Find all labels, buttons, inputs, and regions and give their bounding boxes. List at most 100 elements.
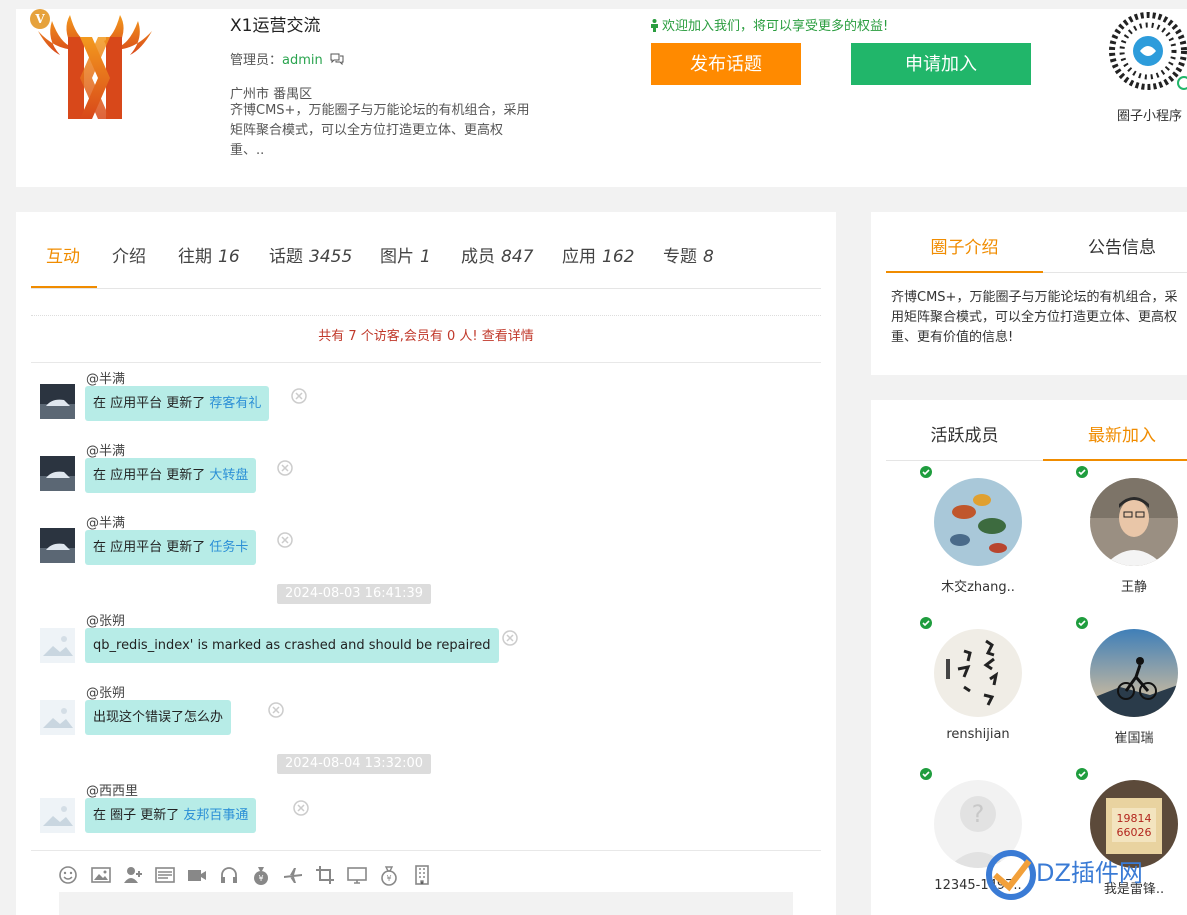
tab-interaction[interactable]: 互动 — [31, 242, 97, 288]
add-user-icon[interactable] — [122, 864, 144, 886]
vip-badge: V — [30, 9, 50, 29]
tab-images[interactable]: 图片 1 — [380, 242, 431, 288]
admin-link[interactable]: admin — [282, 53, 323, 68]
members-tab-bar: 活跃成员 最新加入 — [886, 412, 1187, 461]
feed-bubble: qb_redis_index' is marked as crashed and… — [85, 628, 499, 663]
member-name[interactable]: 崔国瑞 — [1076, 727, 1187, 746]
chat-icon[interactable] — [330, 53, 344, 65]
building-icon[interactable] — [411, 864, 433, 886]
user-avatar[interactable] — [40, 456, 75, 491]
close-icon[interactable] — [268, 702, 284, 718]
svg-text:?: ? — [972, 800, 985, 828]
group-title: X1运营交流 — [230, 16, 321, 36]
member-name[interactable]: 木交zhang.. — [920, 576, 1036, 595]
close-icon[interactable] — [277, 460, 293, 476]
tab-group-intro[interactable]: 圈子介绍 — [886, 224, 1043, 273]
intro-tab-bar: 圈子介绍 公告信息 — [886, 224, 1187, 273]
join-button[interactable]: 申请加入 — [851, 43, 1031, 85]
coin-bag-icon[interactable]: ¥ — [378, 864, 400, 886]
tab-past[interactable]: 往期 16 — [178, 242, 240, 288]
timestamp-divider: 2024-08-03 16:41:39 — [277, 584, 432, 604]
mini-program-qr-icon[interactable] — [1108, 9, 1187, 103]
group-intro-panel: 圈子介绍 公告信息 齐博CMS+，万能圈子与万能论坛的有机组合，采用矩阵聚合模式… — [871, 212, 1187, 375]
watermark-text: DZ插件网 — [1036, 859, 1143, 887]
tab-specials[interactable]: 专题 8 — [663, 242, 714, 288]
visitor-summary: 共有 7 个访客,会员有 0 人! 查看详情 — [31, 315, 821, 363]
group-logo — [38, 15, 152, 119]
member-avatar[interactable] — [1090, 629, 1178, 717]
money-bag-icon[interactable]: ¥ — [250, 864, 272, 886]
svg-text:19814: 19814 — [1117, 812, 1152, 825]
member-card[interactable]: 王静 — [1076, 466, 1187, 606]
check-icon — [920, 768, 932, 780]
main-panel: 互动 介绍 往期 16 话题 3455 图片 1 成员 847 应用 162 专题 8 共有… — [16, 212, 836, 915]
member-name[interactable]: 王静 — [1076, 576, 1187, 595]
default-avatar-icon[interactable] — [40, 700, 75, 735]
feed-link[interactable]: 任务卡 — [209, 540, 248, 555]
image-icon[interactable] — [90, 864, 112, 886]
feed-bubble: 在 应用平台 更新了 大转盘 — [85, 458, 257, 493]
member-avatar[interactable] — [934, 629, 1022, 717]
member-card[interactable]: renshijian — [920, 617, 1040, 757]
admin-label: 管理员： — [230, 53, 283, 68]
member-card[interactable]: 木交zhang.. — [920, 466, 1040, 606]
feed-username[interactable]: @西西里 — [86, 780, 138, 799]
member-name[interactable]: renshijian — [920, 727, 1036, 742]
feed-link[interactable]: 大转盘 — [209, 468, 248, 483]
tab-active-members[interactable]: 活跃成员 — [886, 412, 1043, 461]
member-card[interactable]: 崔国瑞 — [1076, 617, 1187, 757]
user-avatar[interactable] — [40, 528, 75, 563]
video-icon[interactable] — [186, 864, 208, 886]
welcome-text: 欢迎加入我们，将可以享受更多的权益! — [650, 15, 888, 34]
tab-bar: 互动 介绍 往期 16 话题 3455 图片 1 成员 847 应用 162 专题 8 — [31, 242, 821, 289]
monitor-icon[interactable] — [346, 864, 368, 886]
group-description: 齐博CMS+，万能圈子与万能论坛的有机组合，采用矩阵聚合模式，可以全方位打造更立… — [230, 103, 530, 158]
tab-intro[interactable]: 介绍 — [112, 242, 146, 288]
close-icon[interactable] — [291, 388, 307, 404]
feed-link[interactable]: 友邦百事通 — [183, 808, 248, 823]
tab-members[interactable]: 成员 847 — [461, 242, 533, 288]
composer-toolbar: ¥ ¥ — [31, 850, 821, 890]
feed-username[interactable]: @张朔 — [86, 682, 125, 701]
tab-announcement[interactable]: 公告信息 — [1043, 224, 1187, 273]
visitor-count-text: 共有 7 个访客,会员有 0 人! — [318, 329, 478, 344]
timestamp-divider: 2024-08-04 13:32:00 — [277, 754, 432, 774]
member-avatar[interactable] — [1090, 478, 1178, 566]
card-icon[interactable] — [154, 864, 176, 886]
plane-icon[interactable] — [282, 864, 304, 886]
default-avatar-icon[interactable] — [40, 798, 75, 833]
close-icon[interactable] — [293, 800, 309, 816]
admin-line: 管理员：admin — [230, 49, 344, 68]
member-avatar[interactable] — [934, 478, 1022, 566]
close-icon[interactable] — [502, 630, 518, 646]
tab-topics[interactable]: 话题 3455 — [269, 242, 352, 288]
feed-bubble: 在 应用平台 更新了 荐客有礼 — [85, 386, 270, 421]
feed-bubble: 在 圈子 更新了 友邦百事通 — [85, 798, 257, 833]
post-topic-button[interactable]: 发布话题 — [651, 43, 801, 85]
close-icon[interactable] — [277, 532, 293, 548]
svg-text:¥: ¥ — [258, 874, 263, 883]
feed-username[interactable]: @张朔 — [86, 610, 125, 629]
feed-bubble: 在 应用平台 更新了 任务卡 — [85, 530, 257, 565]
visitor-details-link[interactable]: 查看详情 — [482, 329, 534, 344]
group-location: 广州市 番禺区 — [230, 87, 313, 102]
feed-username[interactable]: @半满 — [86, 440, 125, 459]
check-icon — [1076, 617, 1088, 629]
feed-username[interactable]: @半满 — [86, 512, 125, 531]
default-avatar-icon[interactable] — [40, 628, 75, 663]
feed-bubble: 出现这个错误了怎么办 — [85, 700, 232, 735]
crop-icon[interactable] — [314, 864, 336, 886]
check-icon — [920, 466, 932, 478]
welcome-label: 欢迎加入我们，将可以享受更多的权益! — [662, 19, 889, 34]
tab-apps[interactable]: 应用 162 — [562, 242, 634, 288]
check-icon — [1076, 466, 1088, 478]
svg-text:¥: ¥ — [386, 874, 391, 883]
feed-username[interactable]: @半满 — [86, 368, 125, 387]
smile-icon[interactable] — [57, 864, 79, 886]
feed-link[interactable]: 荐客有礼 — [209, 396, 261, 411]
headphones-icon[interactable] — [218, 864, 240, 886]
tab-new-members[interactable]: 最新加入 — [1043, 412, 1187, 461]
user-avatar[interactable] — [40, 384, 75, 419]
members-panel: 活跃成员 最新加入 木交zhang.. 王静 renshijian 崔国瑞 ? … — [871, 400, 1187, 915]
message-input[interactable] — [59, 892, 793, 915]
